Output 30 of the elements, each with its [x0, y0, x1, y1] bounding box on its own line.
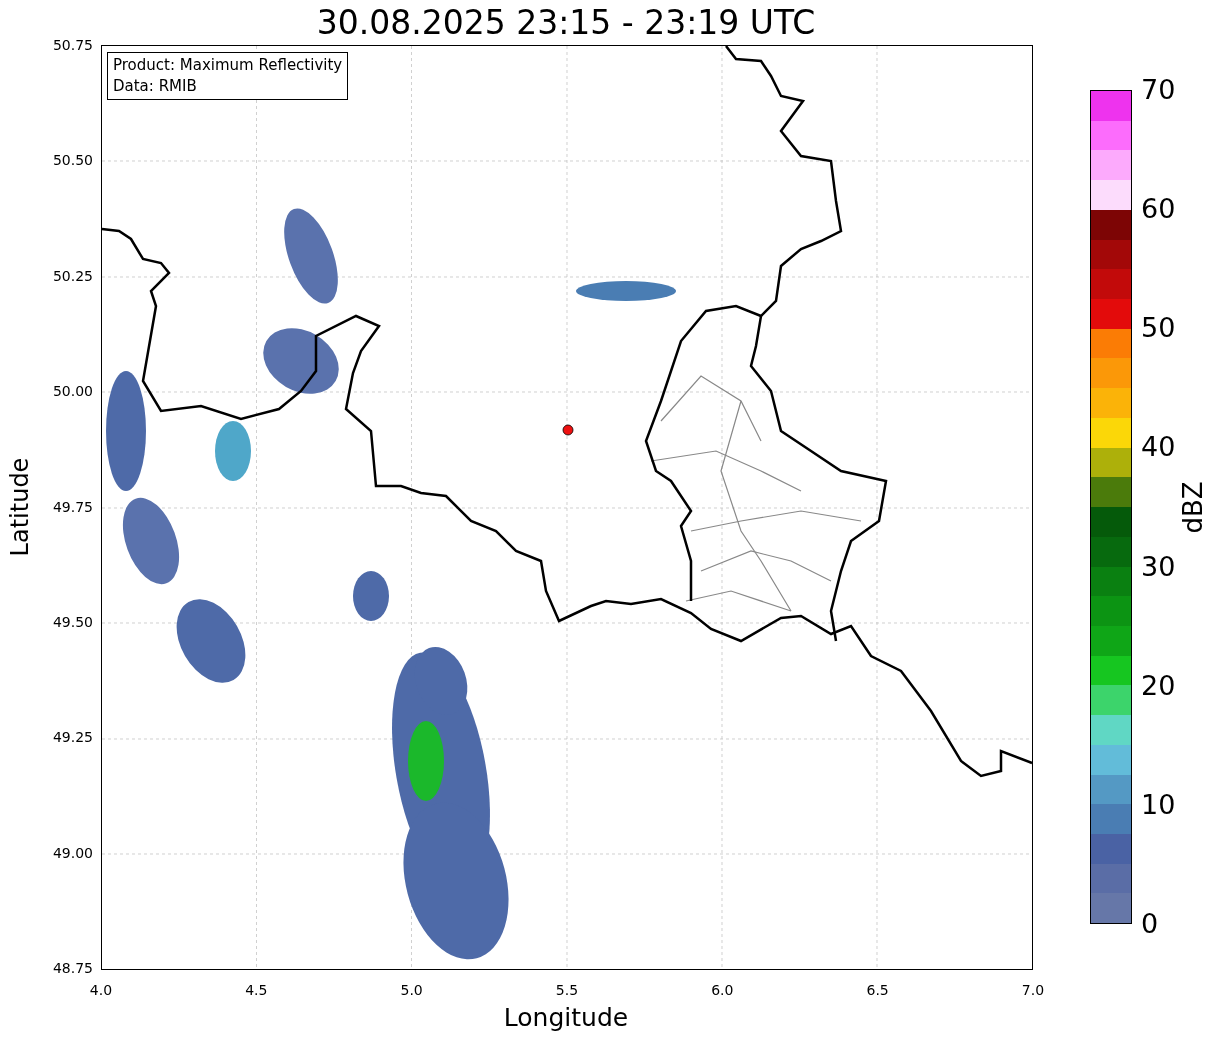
colorbar-tick-label: 50: [1141, 312, 1176, 345]
colorbar-tick-label: 10: [1141, 788, 1176, 821]
colorbar-tick-label: 20: [1141, 669, 1176, 702]
x-tick-label: 5.5: [554, 982, 580, 998]
colorbar-label: dBZ: [1176, 480, 1209, 534]
y-tick-label: 49.50: [52, 613, 93, 630]
x-tick-label: 6.0: [710, 982, 735, 998]
y-tick-label: 50.50: [52, 152, 93, 169]
y-tick-label: 48.75: [52, 960, 93, 976]
info-text: Data: RMIB: [113, 76, 198, 97]
info-text: Product: Maximum Reflectivity: [113, 55, 343, 76]
colorbar-tick-label: 60: [1141, 193, 1176, 226]
x-tick-label: 5.0: [399, 982, 424, 998]
x-tick-label: 6.5: [865, 982, 890, 998]
colorbar-tick-label: 0: [1141, 908, 1160, 940]
y-tick-label: 49.00: [52, 844, 93, 861]
y-tick-label: 50.75: [52, 37, 93, 53]
x-tick-label: 4.5: [244, 982, 269, 998]
y-tick-label: 50.25: [52, 267, 93, 284]
x-tick-label: 7.0: [1020, 982, 1046, 998]
y-tick-label: 49.75: [52, 498, 93, 515]
colorbar-tick-label: 70: [1141, 74, 1176, 106]
y-tick-label: 50.00: [52, 383, 93, 400]
colorbar-tick-label: 40: [1141, 431, 1176, 464]
x-axis-label: Longitude: [503, 1002, 629, 1034]
y-axis-label: Latitude: [5, 457, 35, 556]
y-tick-label: 49.25: [52, 729, 93, 746]
colorbar-tick-label: 30: [1141, 550, 1176, 583]
chart-title: 30.08.2025 23:15 - 23:19 UTC: [316, 2, 816, 43]
x-tick-label: 4.0: [88, 982, 114, 998]
